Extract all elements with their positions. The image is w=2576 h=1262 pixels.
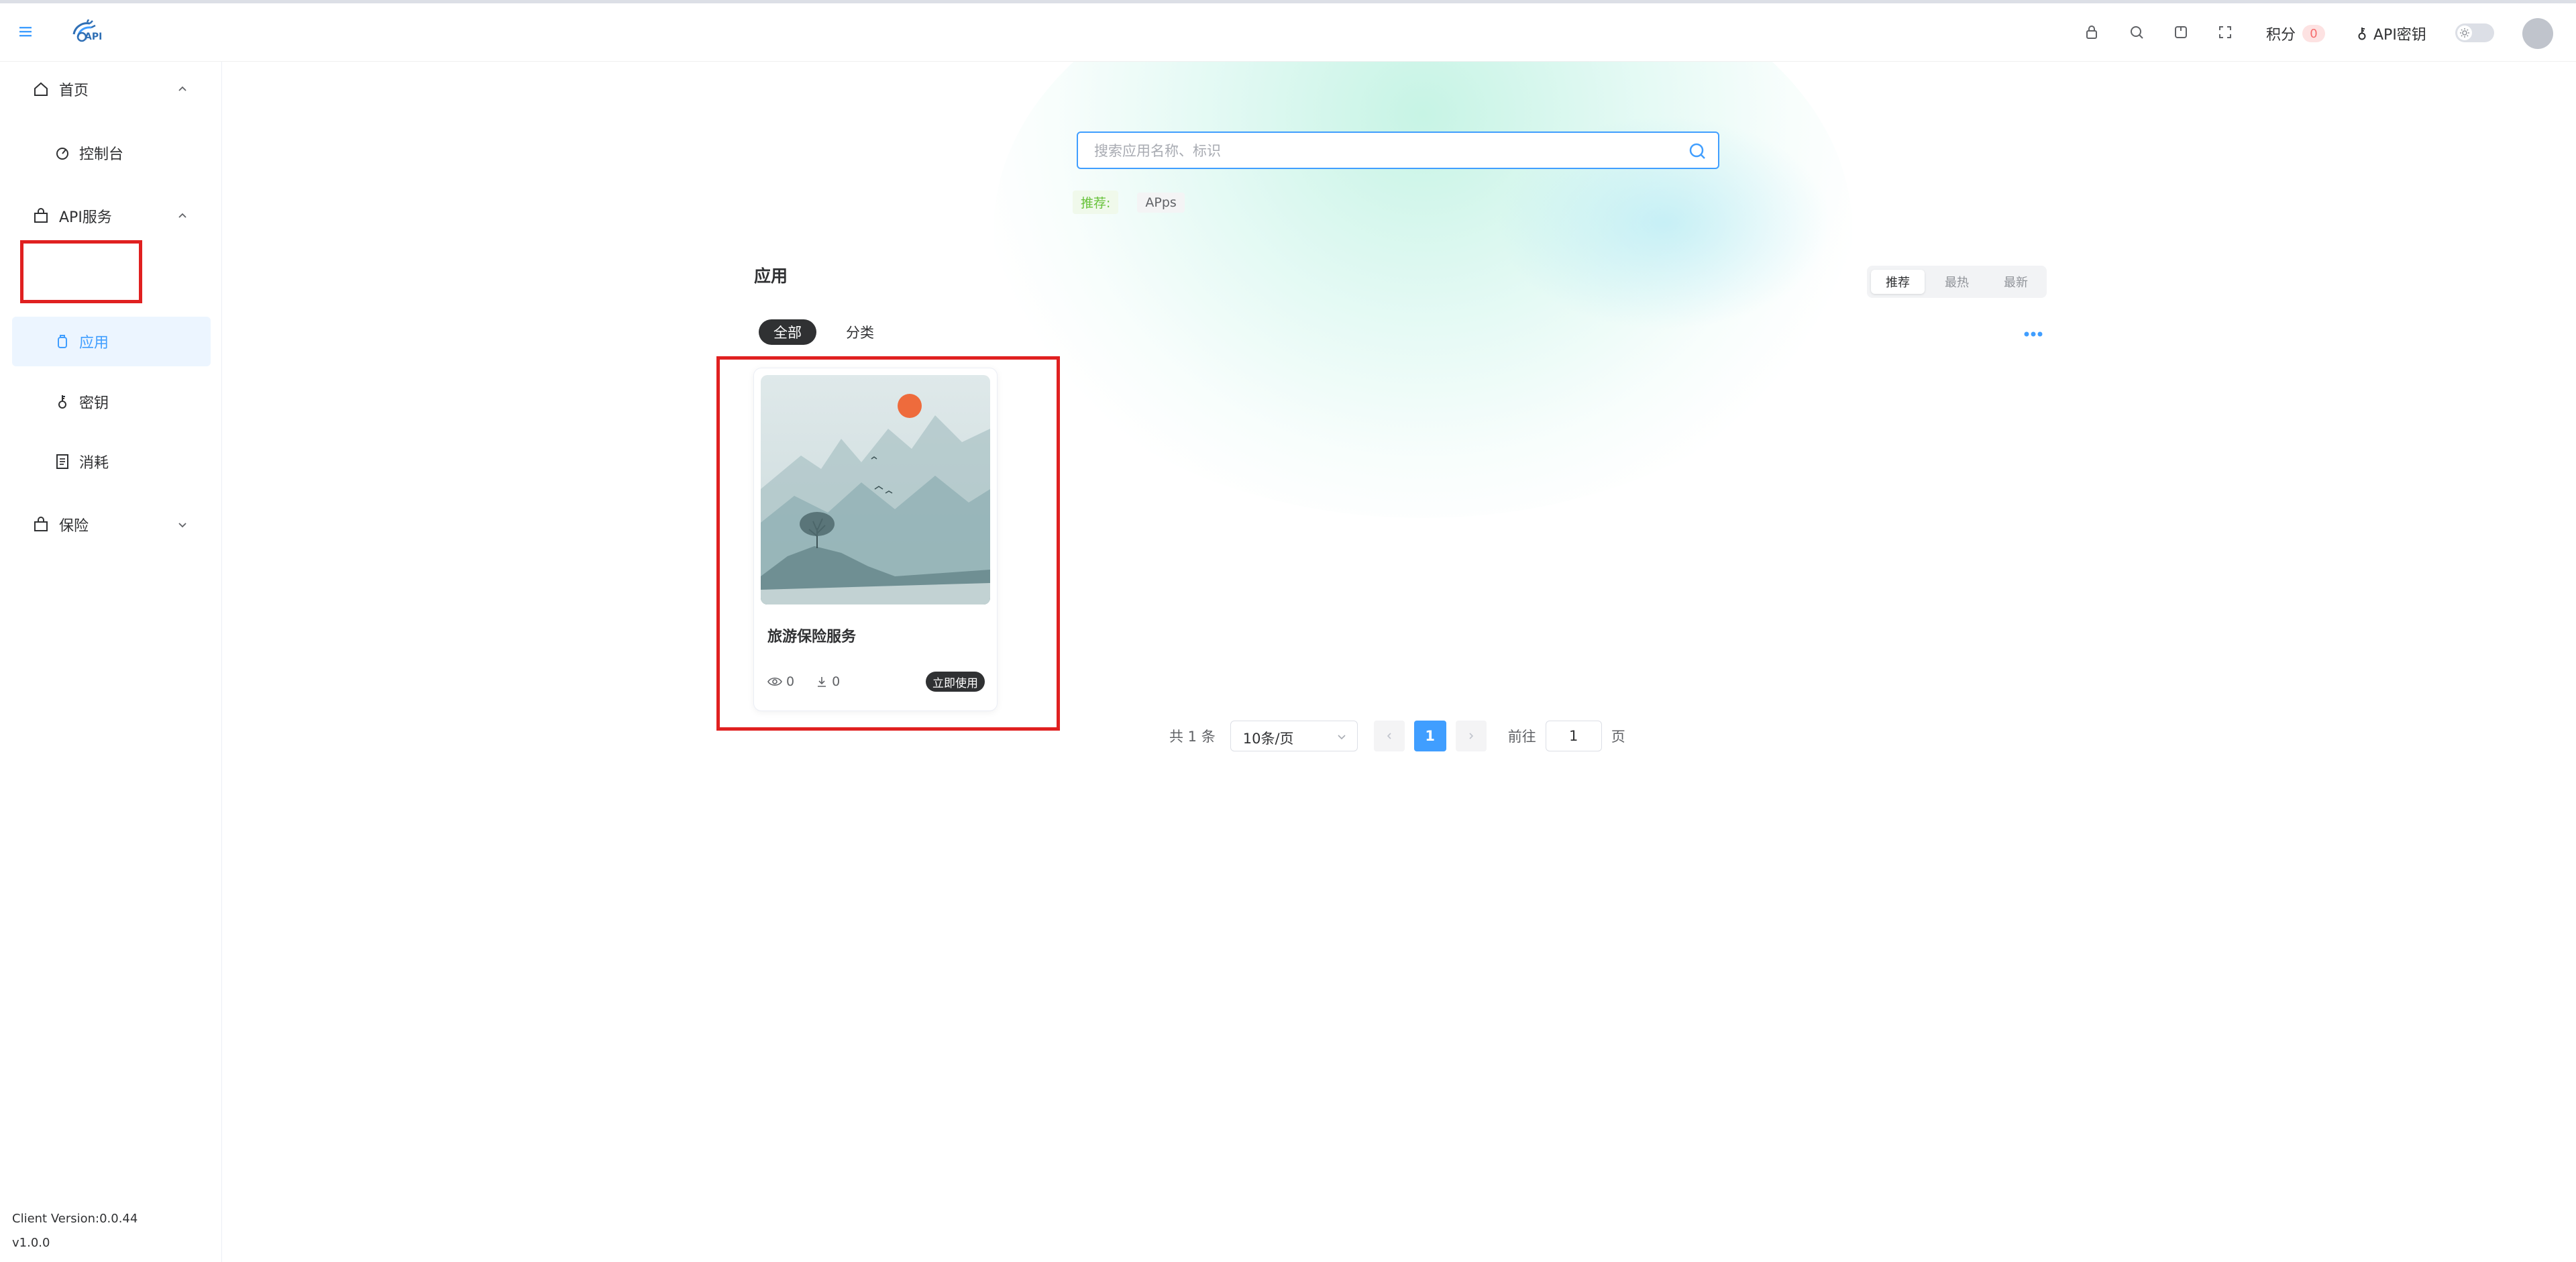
refresh-icon[interactable] [2172,23,2190,41]
sidebar-item-apps[interactable]: 应用 [0,317,221,366]
view-count: 0 [786,674,795,689]
sort-option-recommended[interactable]: 推荐 [1871,270,1925,294]
bag-icon [32,207,50,225]
fullscreen-icon[interactable] [2216,23,2234,41]
dashboard-icon [54,144,71,162]
main-content: 推荐: APps 应用 推荐 最热 最新 全部 分类 [222,62,2576,1262]
sidebar-label: 密钥 [79,395,109,412]
sun-icon [2457,25,2472,40]
sidebar-label: 保险 [59,518,89,535]
sidebar-group-home[interactable]: 首页 [0,65,221,113]
user-avatar[interactable] [2522,18,2553,49]
sidebar-label: 消耗 [79,455,109,472]
sidebar: 首页 控制台 API服务 应用 密钥 消耗 保险 Client Version:… [0,62,222,1262]
app-card-stats: 0 0 [767,674,840,689]
search-input[interactable] [1093,133,1672,169]
points-badge: 0 [2302,25,2326,42]
app-card[interactable]: 旅游保险服务 0 0 立即使用 [753,368,998,711]
page-number[interactable]: 1 [1413,721,1446,751]
recommend-row: 推荐: APps [1073,191,1185,214]
recommend-label: 推荐: [1073,191,1119,214]
search-icon[interactable] [1687,141,1707,161]
next-page-button[interactable] [1455,721,1487,751]
chevron-up-icon [176,83,189,96]
logo-text: API [85,32,103,42]
sort-option-newest[interactable]: 最新 [1989,270,2043,294]
search-icon[interactable] [2128,23,2145,41]
download-icon [816,676,828,688]
client-version: Client Version:0.0.44 [12,1212,138,1226]
sidebar-item-console[interactable]: 控制台 [0,129,221,177]
top-header: API 积分 0 API密钥 [0,3,2576,62]
sidebar-label: 应用 [79,335,109,352]
tab-category[interactable]: 分类 [831,319,889,345]
goto-label: 前往 [1507,729,1536,745]
home-icon [32,81,50,98]
recommend-tag[interactable]: APps [1137,192,1185,213]
sidebar-label: 首页 [59,83,89,99]
more-icon[interactable] [2021,322,2045,346]
api-key-link[interactable]: API密钥 [2356,23,2426,44]
chevron-up-icon [176,209,189,223]
app-card-image [761,375,990,604]
page-size-select[interactable]: 10条/页 [1230,721,1358,751]
sidebar-label: 控制台 [79,146,124,163]
api-key-label: API密钥 [2373,27,2426,44]
points-indicator[interactable]: 积分 0 [2266,23,2326,44]
theme-toggle[interactable] [2455,23,2494,42]
sidebar-item-keys[interactable]: 密钥 [0,378,221,426]
page-unit: 页 [1611,729,1625,745]
prev-page-button[interactable] [1373,721,1405,751]
bag-icon [32,516,50,533]
menu-toggle-icon[interactable] [17,23,35,40]
sidebar-label: API服务 [59,209,112,226]
document-icon [54,453,71,470]
section-title: 应用 [754,266,788,286]
points-label: 积分 [2266,27,2296,44]
download-count: 0 [832,674,841,689]
key-icon [2356,26,2368,41]
sidebar-group-insurance[interactable]: 保险 [0,501,221,549]
use-now-button[interactable]: 立即使用 [926,672,985,692]
app-card-title: 旅游保险服务 [767,629,857,645]
page-size-value: 10条/页 [1242,731,1294,747]
search-box [1077,132,1719,169]
tab-all[interactable]: 全部 [759,319,816,345]
sidebar-item-consumption[interactable]: 消耗 [0,437,221,486]
chevron-down-icon [176,518,189,531]
sort-toggle: 推荐 最热 最新 [1867,266,2047,298]
app-icon [54,333,71,350]
app-version: v1.0.0 [12,1236,50,1250]
pagination-total: 共 1 条 [1169,729,1216,745]
sort-option-hottest[interactable]: 最热 [1930,270,1984,294]
goto-page-input[interactable] [1545,721,1602,751]
pagination: 共 1 条 10条/页 1 前往 页 [1169,721,1625,751]
key-icon [54,393,71,411]
sidebar-group-api-service[interactable]: API服务 [0,192,221,240]
chevron-down-icon [1336,731,1348,743]
eye-icon [767,676,782,687]
lock-icon[interactable] [2083,23,2100,41]
category-tabs: 全部 分类 [759,319,889,345]
